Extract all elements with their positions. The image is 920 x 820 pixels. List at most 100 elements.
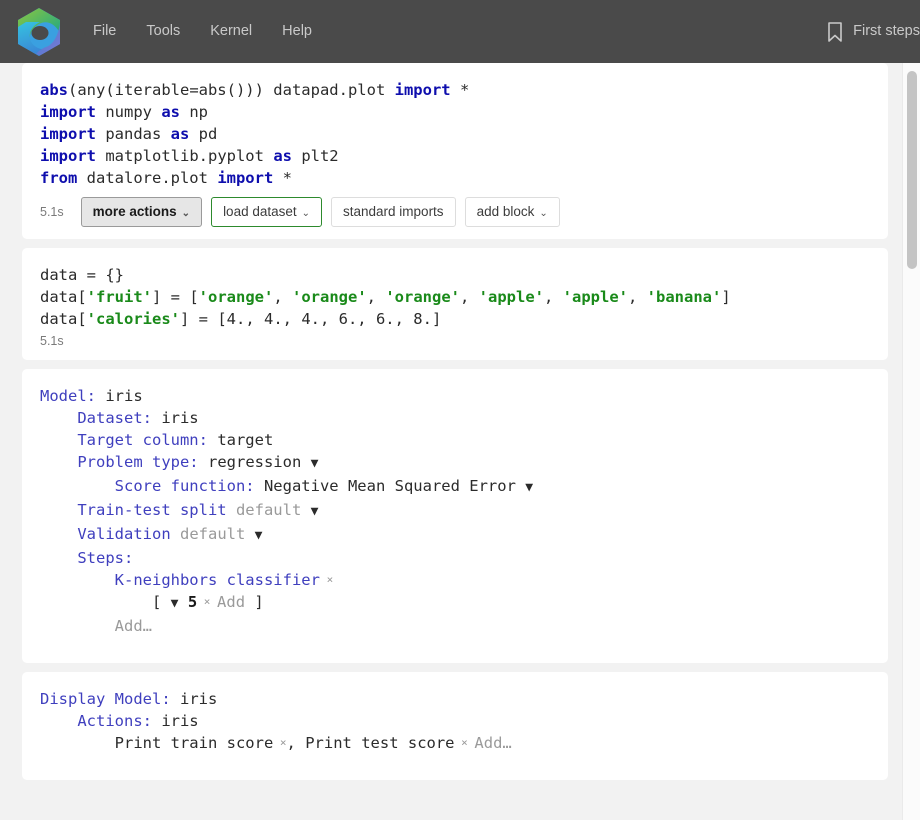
menu-item-kernel[interactable]: Kernel [195, 18, 267, 45]
scrollbar-thumb[interactable] [907, 71, 917, 269]
code-token: target [208, 431, 273, 449]
code-token: K-neighbors classifier [115, 571, 320, 589]
code-token: , [544, 288, 563, 306]
code-line: import pandas as pd [40, 123, 870, 145]
code-token: 'orange' [385, 288, 460, 306]
code-line: Validation default ▼ [40, 523, 870, 547]
code-token: Add [217, 593, 245, 611]
cell-spacer [22, 637, 888, 663]
code-editor[interactable]: abs(any(iterable=abs())) datapad.plot im… [22, 79, 888, 189]
code-token: import [40, 147, 96, 165]
code-line: Actions: iris [40, 710, 870, 732]
notebook-cell-list: abs(any(iterable=abs())) datapad.plot im… [22, 63, 888, 789]
code-token: ▼ [311, 504, 319, 519]
code-line: Print train score ×, Print test score × … [40, 732, 870, 754]
code-token: Print train score [40, 734, 273, 752]
code-token: Actions: [77, 712, 152, 730]
code-token: default [171, 525, 255, 543]
code-token [40, 712, 77, 730]
code-token: × [320, 573, 333, 586]
first-steps-button[interactable]: First steps [826, 21, 920, 43]
code-line: import matplotlib.pyplot as plt2 [40, 145, 870, 167]
add-block-button[interactable]: add block⌄ [465, 197, 560, 227]
code-line: Target column: target [40, 429, 870, 451]
load-dataset-label: load dataset [223, 204, 297, 219]
code-token: plt2 [292, 147, 339, 165]
menu-item-file[interactable]: File [78, 18, 131, 45]
standard-imports-button[interactable]: standard imports [331, 197, 456, 227]
vertical-scrollbar[interactable] [902, 63, 920, 820]
code-token: abs [40, 81, 68, 99]
code-token: Score function: [115, 477, 255, 495]
code-token: ▼ [311, 456, 319, 471]
first-steps-label: First steps [853, 24, 920, 39]
code-line: Display Model: iris [40, 688, 870, 710]
model-block-editor[interactable]: Model: iris Dataset: iris Target column:… [22, 385, 888, 637]
code-line: Dataset: iris [40, 407, 870, 429]
code-token: iris [171, 690, 218, 708]
code-token: data[ [40, 288, 87, 306]
code-token: Validation [77, 525, 170, 543]
code-token: * [451, 81, 470, 99]
menu-item-tools[interactable]: Tools [131, 18, 195, 45]
notebook-scroll-area: abs(any(iterable=abs())) datapad.plot im… [0, 63, 920, 820]
code-token: numpy [96, 103, 161, 121]
code-token [178, 593, 187, 611]
code-token: as [273, 147, 292, 165]
app-header: File Tools Kernel Help First steps [0, 0, 920, 63]
code-token: ] = [4., 4., 4., 6., 6., 8.] [180, 310, 441, 328]
cell-execution-time: 5.1s [40, 205, 64, 219]
code-token: × [197, 595, 217, 608]
code-line: Model: iris [40, 385, 870, 407]
code-token: ] [721, 288, 730, 306]
notebook-cell[interactable]: Display Model: iris Actions: iris Print … [22, 672, 888, 780]
code-token: ▼ [255, 528, 263, 543]
code-token: as [171, 125, 190, 143]
code-token: , Print test score [287, 734, 455, 752]
code-token: data[ [40, 310, 87, 328]
code-token: Steps: [77, 549, 133, 567]
bookmark-icon [826, 21, 844, 43]
code-token [40, 525, 77, 543]
code-token: × [273, 736, 286, 749]
cell-toolbar: 5.1s [22, 330, 888, 360]
code-line: Steps: [40, 547, 870, 569]
code-token: iris [152, 712, 199, 730]
code-token [40, 501, 77, 519]
code-token: Add… [115, 617, 152, 635]
code-token: from [40, 169, 77, 187]
code-token: datalore.plot [77, 169, 217, 187]
notebook-cell[interactable]: Model: iris Dataset: iris Target column:… [22, 369, 888, 663]
code-token: (any(iterable=abs())) datapad.plot [68, 81, 395, 99]
code-token: Model: [40, 387, 96, 405]
notebook-cell[interactable]: abs(any(iterable=abs())) datapad.plot im… [22, 63, 888, 239]
code-line: Add… [40, 615, 870, 637]
code-token: , [367, 288, 386, 306]
code-editor[interactable]: data = {}data['fruit'] = ['orange', 'ora… [22, 264, 888, 330]
code-token: iris [152, 409, 199, 427]
code-token [40, 617, 115, 635]
code-token [40, 477, 115, 495]
datalore-logo[interactable] [0, 0, 78, 63]
notebook-cell[interactable]: data = {}data['fruit'] = ['orange', 'ora… [22, 248, 888, 360]
code-line: Train-test split default ▼ [40, 499, 870, 523]
code-token: data = {} [40, 266, 124, 284]
main-menubar: File Tools Kernel Help [78, 18, 327, 45]
load-dataset-button[interactable]: load dataset ⌄ [211, 197, 322, 227]
code-token: iris [96, 387, 143, 405]
code-token: , [460, 288, 479, 306]
code-token: regression [199, 453, 311, 471]
code-line: Problem type: regression ▼ [40, 451, 870, 475]
chevron-down-icon: ⌄ [302, 208, 310, 219]
display-model-block-editor[interactable]: Display Model: iris Actions: iris Print … [22, 688, 888, 754]
code-line: Score function: Negative Mean Squared Er… [40, 475, 870, 499]
menu-item-help[interactable]: Help [267, 18, 327, 45]
code-line: data['calories'] = [4., 4., 4., 6., 6., … [40, 308, 870, 330]
code-token: pandas [96, 125, 171, 143]
code-token: pd [189, 125, 217, 143]
code-token [40, 409, 77, 427]
code-token [40, 549, 77, 567]
more-actions-button[interactable]: more actions⌄ [81, 197, 202, 227]
code-token: matplotlib.pyplot [96, 147, 273, 165]
code-token: Train-test split [77, 501, 226, 519]
